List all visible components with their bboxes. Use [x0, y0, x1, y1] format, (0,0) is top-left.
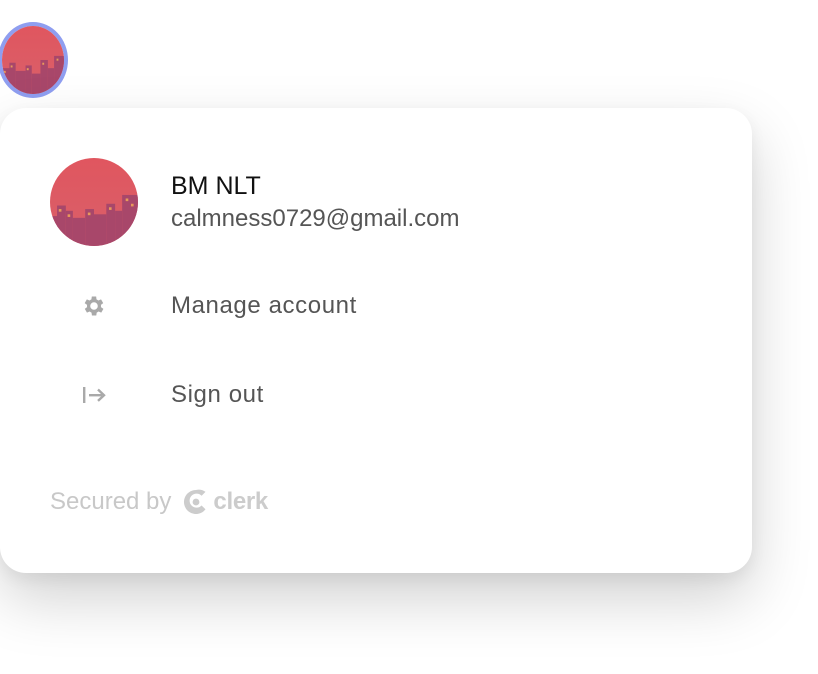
sign-out-label: Sign out — [171, 381, 264, 408]
secured-by-label: Secured by — [50, 488, 172, 515]
page: BM NLT calmness0729@gmail.com Manage acc… — [0, 0, 818, 674]
user-identity-text: BM NLT calmness0729@gmail.com — [171, 169, 459, 235]
city-sunset-avatar-icon — [2, 26, 64, 94]
gear-icon — [80, 292, 108, 320]
sign-out-icon — [80, 381, 108, 409]
sign-out-button[interactable]: Sign out — [0, 363, 752, 427]
manage-account-button[interactable]: Manage account — [0, 274, 752, 338]
clerk-wordmark: clerk — [213, 488, 268, 515]
user-email: calmness0729@gmail.com — [171, 205, 460, 232]
clerk-logo-icon — [184, 489, 206, 514]
city-sunset-avatar-icon — [50, 158, 138, 246]
user-identity: BM NLT calmness0729@gmail.com — [50, 158, 459, 246]
user-name: BM NLT — [171, 172, 261, 200]
user-avatar — [50, 158, 138, 246]
clerk-logo[interactable]: clerk — [183, 488, 268, 516]
user-menu-popover: BM NLT calmness0729@gmail.com Manage acc… — [0, 108, 752, 573]
user-button-avatar[interactable] — [0, 22, 68, 98]
secured-by-footer: Secured by clerk — [50, 488, 268, 516]
manage-account-label: Manage account — [171, 292, 357, 319]
